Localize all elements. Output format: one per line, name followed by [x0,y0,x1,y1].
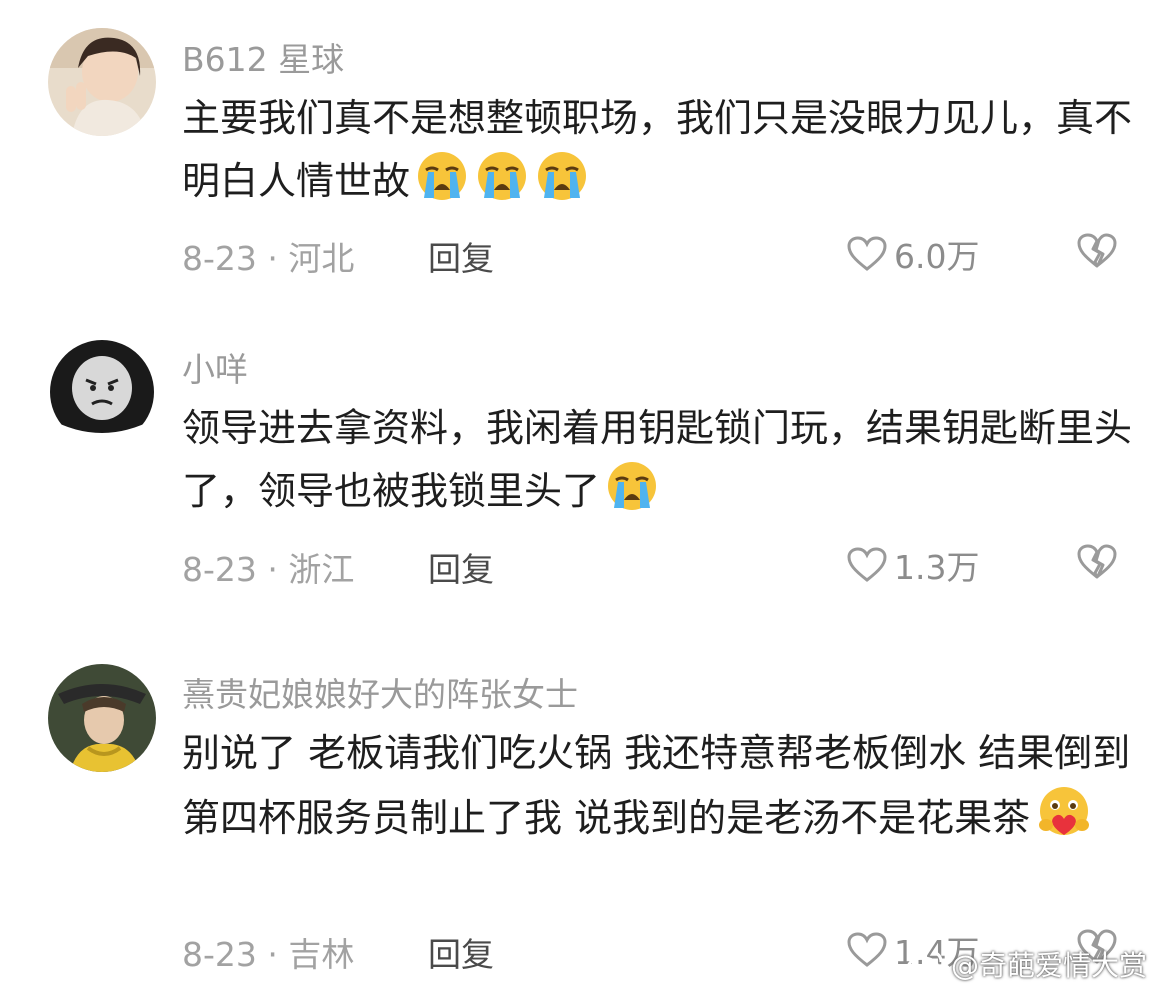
broken-heart-icon [1077,233,1117,268]
like-count: 1.3万 [894,548,980,587]
username[interactable]: B612 星球 [182,33,344,81]
loudly-crying-face-icon [474,150,530,221]
heart-outline-icon [847,236,887,271]
dislike-button[interactable] [1076,543,1118,585]
smiling-face-holding-heart-icon [1034,785,1094,858]
comment-text-body: 别说了 老板请我们吃火锅 我还特意帮老板倒水 结果倒到第四杯服务员制止了我 说我… [182,731,1131,840]
avatar[interactable] [48,338,156,446]
loudly-crying-face-icon [414,150,470,221]
dislike-button[interactable] [1076,232,1118,274]
reply-button[interactable]: 回复 [428,928,494,976]
like-button[interactable]: 6.0万 [846,230,979,278]
comment-text: 领导进去拿资料，我闲着用钥匙锁门玩，结果钥匙断里头了，领导也被我锁里头了 [182,397,1142,531]
comment-text: 主要我们真不是想整顿职场，我们只是没眼力见儿，真不明白人情世故 [182,87,1142,221]
loudly-crying-face-icon [534,150,590,221]
weibo-logo-icon [906,950,943,980]
like-count: 6.0万 [894,237,980,276]
comment-date-location: 8-23 · 河北 [182,239,355,278]
like-button[interactable]: 1.3万 [846,541,979,589]
reply-button[interactable]: 回复 [428,543,494,591]
heart-outline-icon [847,547,887,582]
username[interactable]: 小咩 [182,343,248,391]
watermark: @奇葩爱情大赏 [905,944,1147,984]
loudly-crying-face-icon [604,460,660,531]
heart-outline-icon [847,932,887,967]
comment-date-location: 8-23 · 吉林 [182,935,355,974]
comment-text: 别说了 老板请我们吃火锅 我还特意帮老板倒水 结果倒到第四杯服务员制止了我 说我… [182,722,1142,858]
broken-heart-icon [1077,544,1117,579]
username[interactable]: 熹贵妃娘娘好大的阵张女士 [182,668,578,716]
comment-date-location: 8-23 · 浙江 [182,550,355,589]
watermark-text: @奇葩爱情大赏 [951,949,1148,982]
reply-button[interactable]: 回复 [428,232,494,280]
avatar[interactable] [48,28,156,136]
comment-text-body: 主要我们真不是想整顿职场，我们只是没眼力见儿，真不明白人情世故 [182,96,1133,203]
avatar[interactable] [48,664,156,772]
